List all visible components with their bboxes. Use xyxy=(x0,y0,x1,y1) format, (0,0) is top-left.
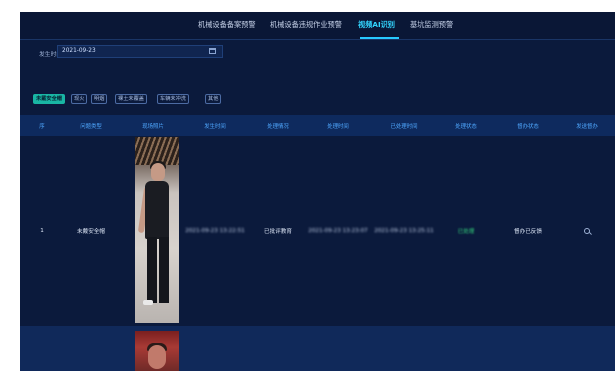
col-occurred: 发生时间 xyxy=(204,124,226,130)
nav-tab-video-ai[interactable]: 视频AI识别 xyxy=(358,20,395,30)
col-handling: 处理情况 xyxy=(267,124,289,130)
scene-photo[interactable] xyxy=(135,331,179,371)
chip-bare-soil[interactable]: 裸土未覆盖 xyxy=(115,94,147,104)
nav-tab-machine-record[interactable]: 机械设备备案预警 xyxy=(198,20,256,30)
chip-no-helmet[interactable]: 未戴安全帽 xyxy=(33,94,65,104)
nav-tab-pit-monitor[interactable]: 基坑监测预警 xyxy=(410,20,453,30)
top-nav: 机械设备备案预警 机械设备违规作业预警 视频AI识别 基坑监测预警 xyxy=(20,12,615,40)
row-handling: 已批评教育 xyxy=(264,229,292,235)
chip-fire[interactable]: 现火 xyxy=(71,94,88,104)
col-status: 处理状态 xyxy=(455,124,477,130)
app-frame: 机械设备备案预警 机械设备违规作业预警 视频AI识别 基坑监测预警 发生时间: … xyxy=(20,12,615,371)
row-index: 1 xyxy=(40,228,44,234)
chip-other[interactable]: 其他 xyxy=(205,94,222,104)
search-icon[interactable] xyxy=(584,228,590,234)
status-badge: 已处理 xyxy=(457,229,475,235)
col-handled-time: 处理时间 xyxy=(327,124,349,130)
row-type: 未戴安全帽 xyxy=(77,229,105,235)
row-handled-time: 2021-09-23 13:23:07 xyxy=(308,228,368,234)
calendar-icon[interactable] xyxy=(209,48,216,54)
row-processed-time: 2021-09-23 13:25:11 xyxy=(374,228,434,234)
col-processed-time: 已处理时间 xyxy=(390,124,418,130)
col-photo: 现场照片 xyxy=(142,124,164,130)
nav-tab-machine-violation[interactable]: 机械设备违规作业预警 xyxy=(270,20,342,30)
table-row[interactable] xyxy=(20,326,615,371)
chip-vehicle-wash[interactable]: 车辆未冲洗 xyxy=(157,94,189,104)
col-type: 问题类型 xyxy=(80,124,102,130)
row-occurred: 2021-09-23 13:22:51 xyxy=(185,228,245,234)
date-value: 2021-09-23 xyxy=(62,48,96,54)
chip-smoke[interactable]: 明烟 xyxy=(91,94,108,104)
col-send: 发送督办 xyxy=(576,124,598,130)
date-picker[interactable]: 2021-09-23 xyxy=(57,45,223,58)
scene-photo[interactable] xyxy=(135,137,179,323)
row-supervise: 督办已反馈 xyxy=(514,229,542,235)
col-supervise: 督办状态 xyxy=(517,124,539,130)
table-header: 序 问题类型 现场照片 发生时间 处理情况 处理时间 已处理时间 处理状态 督办… xyxy=(20,115,615,136)
col-index: 序 xyxy=(39,124,45,130)
active-tab-indicator xyxy=(360,37,399,39)
